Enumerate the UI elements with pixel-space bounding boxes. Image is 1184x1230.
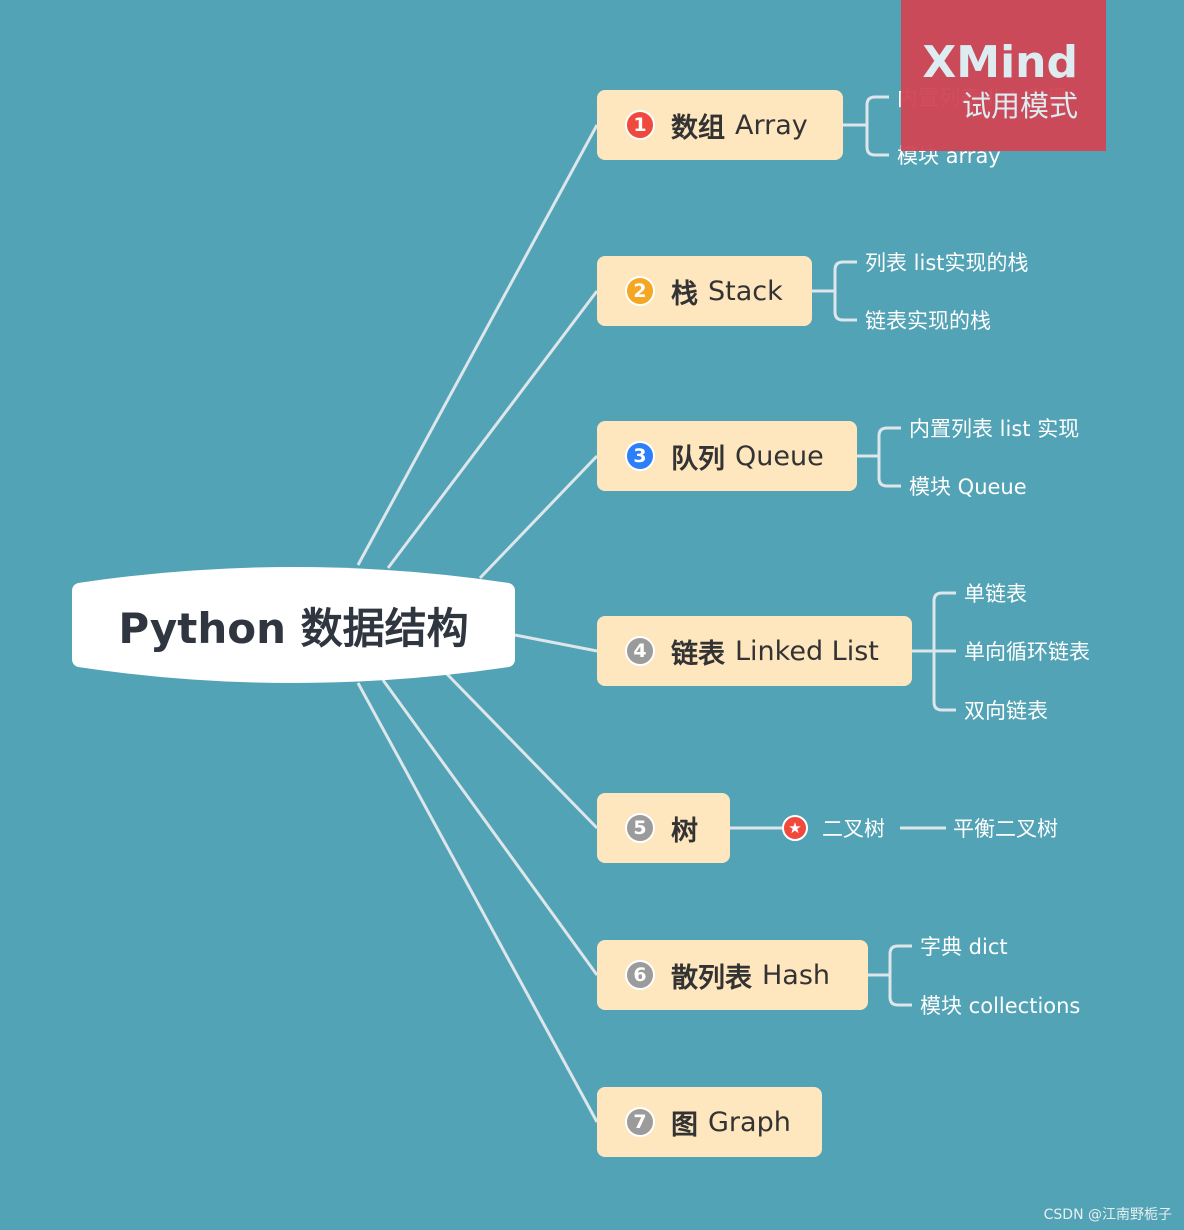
topic-cn-label: 链表: [671, 638, 725, 670]
subtopic[interactable]: 列表 list实现的栈: [865, 247, 1029, 277]
number-badge-icon: 3: [625, 441, 655, 471]
number-badge-icon: 5: [625, 813, 655, 843]
topic-4[interactable]: 4 链表 Linked List: [597, 616, 912, 686]
bracket-connector: [865, 95, 889, 157]
bracket-connector: [877, 426, 901, 488]
root-topic[interactable]: Python 数据结构: [72, 565, 515, 685]
root-connector: [381, 679, 599, 976]
number-badge-icon: 6: [625, 960, 655, 990]
topic-2[interactable]: 2 栈 Stack: [597, 256, 812, 326]
subtopic[interactable]: 单向循环链表: [964, 636, 1090, 666]
bracket-connector: [888, 944, 912, 1007]
topic-6[interactable]: 6 散列表 Hash: [597, 940, 868, 1010]
root-topic-label: Python 数据结构: [118, 603, 469, 653]
root-connector: [514, 633, 598, 653]
topic-en-label: Linked List: [735, 635, 879, 667]
bracket-connector: [833, 260, 857, 322]
number-badge-icon: 4: [625, 636, 655, 666]
number-badge-icon: 2: [625, 276, 655, 306]
root-connector: [356, 682, 599, 1123]
xmind-watermark: XMind 试用模式: [901, 0, 1106, 151]
topic-3[interactable]: 3 队列 Queue: [597, 421, 857, 491]
root-connector: [386, 290, 599, 569]
topic-5[interactable]: 5树: [597, 793, 730, 863]
topic-cn-label: 栈: [671, 278, 698, 310]
topic-en-label: Hash: [762, 959, 831, 991]
number-badge-icon: 7: [625, 1107, 655, 1137]
subtopic[interactable]: 链表实现的栈: [865, 305, 991, 335]
topic-cn-label: 队列: [671, 443, 725, 475]
topic-en-label: Queue: [735, 440, 824, 472]
topic-en-label: Stack: [708, 275, 783, 307]
mind-map-canvas: Python 数据结构 1数组Array内置列表 list 实现模块 array…: [0, 0, 1184, 1230]
number-badge-icon: 1: [625, 110, 655, 140]
root-connector: [356, 124, 599, 566]
topic-7[interactable]: 7 图 Graph: [597, 1087, 822, 1157]
subtopic[interactable]: 模块 Queue: [909, 471, 1027, 501]
topic-cn-label: 图: [671, 1109, 698, 1141]
topic-cn-label: 树: [671, 815, 698, 847]
topic-1[interactable]: 1 数组 Array: [597, 90, 843, 160]
subtopic[interactable]: 单链表: [964, 578, 1027, 608]
star-icon: ★: [782, 815, 808, 841]
topic-cn-label: 散列表: [671, 962, 752, 994]
subtopic[interactable]: 双向链表: [964, 695, 1048, 725]
subtopic[interactable]: 字典 dict: [920, 931, 1008, 961]
subtopic[interactable]: 模块 collections: [920, 990, 1080, 1020]
topic-cn-label: 数组: [671, 112, 725, 144]
root-connector: [478, 454, 599, 580]
watermark-title: XMind: [922, 37, 1078, 88]
credit-text: CSDN @江南野栀子: [1043, 1207, 1172, 1223]
subtopic[interactable]: 二叉树: [822, 813, 885, 843]
topic-en-label: Graph: [708, 1106, 791, 1138]
topic-en-label: Array: [735, 109, 808, 141]
subtopic[interactable]: 内置列表 list 实现: [909, 413, 1079, 443]
watermark-subtitle: 试用模式: [961, 89, 1078, 123]
root-connector: [443, 670, 599, 830]
subtopic[interactable]: 平衡二叉树: [953, 813, 1058, 843]
